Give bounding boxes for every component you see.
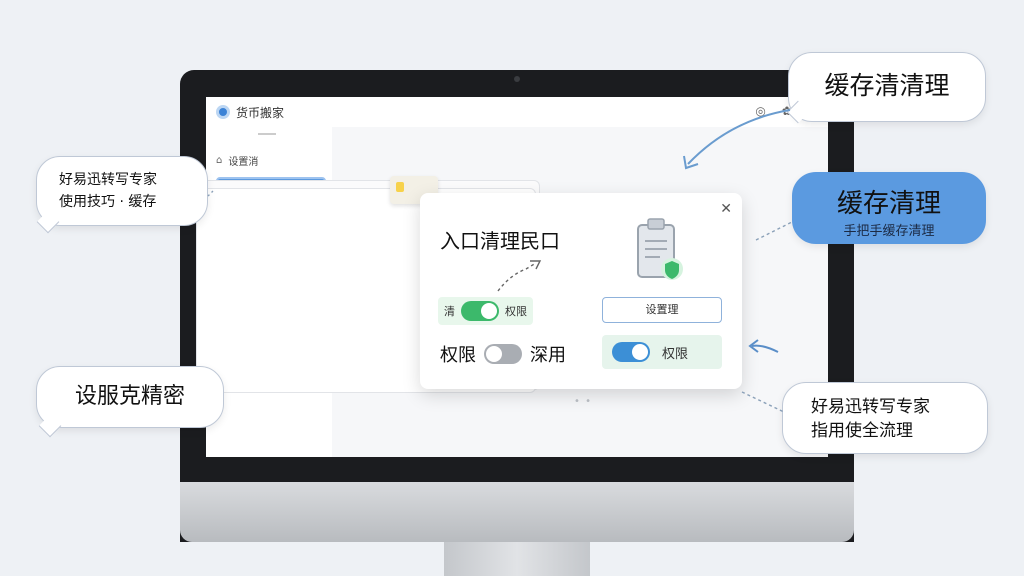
app-title: 货币搬家: [236, 105, 285, 120]
camera-dot: [514, 76, 520, 82]
app-logo-icon: [216, 105, 230, 119]
callout-left-top: 好易迅转写专家 使用技巧 · 缓存: [36, 156, 208, 226]
toggle-row-1: 清 权限: [438, 297, 533, 325]
callout-right-mid: 缓存清理 手把手缓存清理: [792, 172, 986, 244]
callout-line-1: 好易迅转写专家: [811, 397, 930, 417]
dialog-title: 入口清理民口: [440, 229, 560, 253]
pager-dots: • •: [574, 396, 592, 407]
toggle-row-1-left-label: 清: [444, 305, 455, 318]
sidebar-divider: [258, 133, 276, 135]
folder-icon: [396, 182, 404, 192]
toggle-switch-3[interactable]: [612, 342, 650, 362]
cleanup-dialog: ✕ 入口清理民口 清 权限 权限 深用 设置理 权限: [420, 193, 742, 389]
callout-right-bottom: 好易迅转写专家 指用使全流理: [782, 382, 988, 454]
callout-left-bottom: 设服克精密: [36, 366, 224, 428]
close-icon[interactable]: ✕: [720, 201, 732, 217]
home-icon: ⌂: [216, 155, 223, 166]
curved-arrow-icon: [497, 260, 542, 292]
toggle-row-3-label: 权限: [662, 346, 689, 362]
callout-line-2: 使用技巧 · 缓存: [59, 194, 157, 210]
toggle-row-2-left-label: 权限: [440, 345, 476, 366]
user-icon[interactable]: ◎: [755, 104, 765, 118]
toggle-row-1-right-label: 权限: [505, 305, 527, 318]
cleanup-button[interactable]: 设置理: [602, 297, 722, 323]
sidebar-item-1[interactable]: ⌂ 设置消: [216, 153, 258, 168]
toggle-switch-2[interactable]: [484, 344, 522, 364]
callout-right-top: 缓存清清理: [788, 52, 986, 122]
title-bar: 货币搬家 ◎ ✿ ✕: [206, 97, 828, 127]
callout-line-1: 好易迅转写专家: [59, 172, 157, 188]
monitor-stand: [444, 542, 590, 576]
sidebar-item-label: 设置消: [228, 157, 259, 168]
toggle-row-3: 权限: [602, 335, 722, 369]
monitor-chin: [180, 482, 854, 542]
callout-line-2: 指用使全流理: [811, 421, 913, 441]
callout-big-text: 缓存清理: [836, 189, 941, 219]
toggle-switch-1[interactable]: [461, 301, 499, 321]
callout-small-text: 手把手缓存清理: [843, 224, 935, 239]
toggle-row-2: 权限 深用: [440, 341, 566, 367]
toggle-row-2-right-label: 深用: [530, 345, 566, 366]
clipboard-shield-icon: [637, 218, 683, 280]
